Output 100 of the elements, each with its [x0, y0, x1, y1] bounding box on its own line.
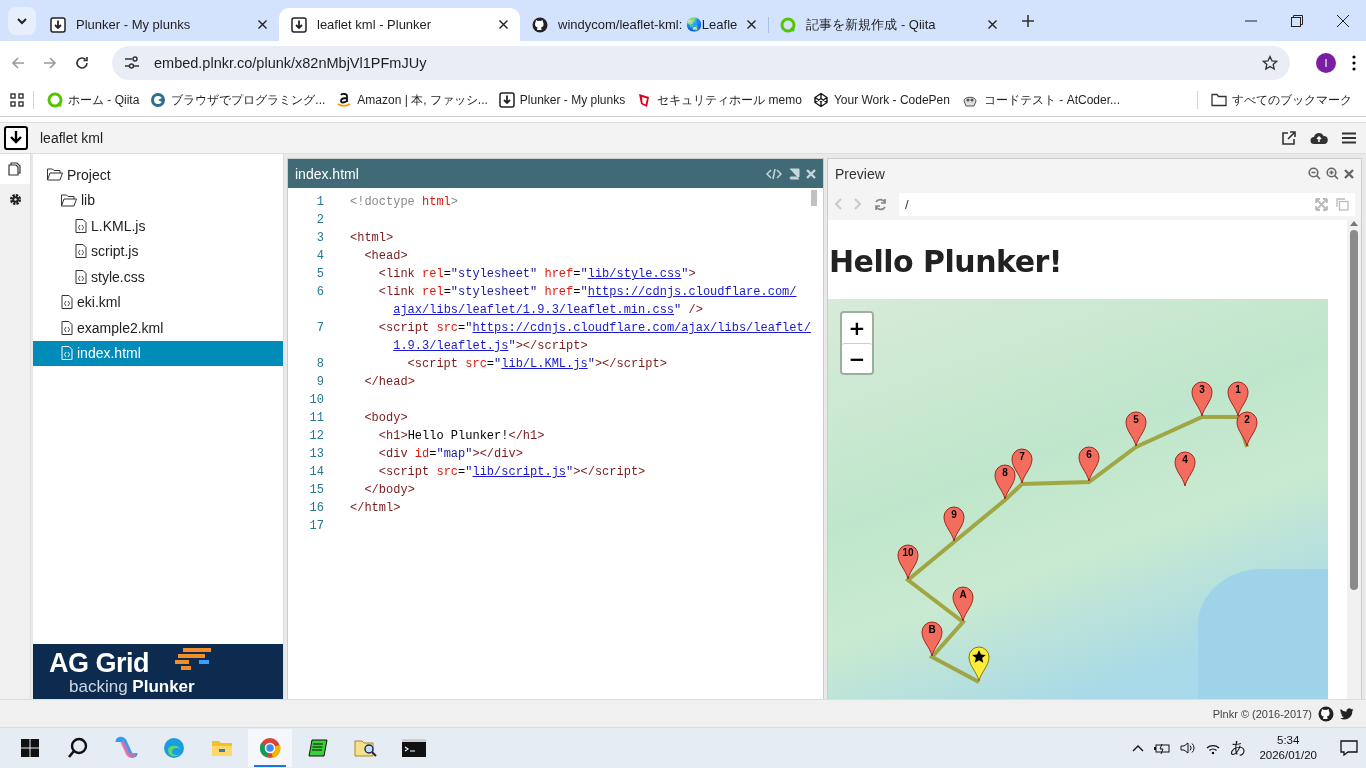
bookmark-item[interactable]: コードテスト - AtCoder... — [956, 88, 1124, 112]
chevron-down-icon — [16, 17, 28, 25]
bookmark-item[interactable]: Your Work - CodePen — [808, 89, 954, 111]
clock[interactable]: 5:34 2026/01/20 — [1259, 733, 1317, 764]
file-item[interactable]: index.html — [33, 340, 283, 366]
close-icon — [1337, 14, 1349, 27]
close-icon[interactable] — [747, 20, 757, 29]
folder-icon — [1211, 93, 1227, 107]
map-marker[interactable]: 4 — [1174, 451, 1196, 487]
scrollbar-thumb[interactable] — [811, 190, 817, 206]
map-marker[interactable]: B — [921, 621, 943, 657]
zoom-in-icon[interactable] — [1326, 167, 1339, 180]
code-line[interactable]: 1.9.3/leaflet.js"></script> — [350, 337, 823, 355]
sponsor-banner[interactable]: AG Grid backing Plunker — [33, 644, 283, 700]
book-icon[interactable] — [788, 167, 800, 180]
settings-icon[interactable] — [8, 192, 22, 206]
bookmark-item[interactable]: Plunker - My plunks — [494, 89, 630, 111]
code-line[interactable]: <div id="map"></div> — [350, 445, 823, 463]
reload-icon — [74, 54, 90, 71]
line-number: 6 — [315, 284, 324, 301]
browser-icon[interactable] — [248, 729, 292, 768]
map-marker[interactable]: 8 — [994, 464, 1016, 500]
code-line[interactable]: ajax/libs/leaflet/1.9.3/leaflet.min.css" /> — [350, 301, 823, 319]
code-line[interactable]: </body> — [350, 481, 823, 499]
github-icon — [1318, 705, 1334, 722]
menu-icon[interactable] — [1352, 54, 1356, 71]
map-marker[interactable]: 10 — [897, 544, 919, 580]
back-button[interactable] — [10, 54, 26, 71]
project-title: leaflet kml — [40, 130, 105, 146]
bird-icon[interactable] — [1340, 707, 1354, 720]
address-bar[interactable]: embed.plnkr.co/plunk/x82nMbjVl1PFmJUy — [112, 45, 1290, 80]
map-marker[interactable]: 5 — [1125, 411, 1147, 447]
profile-avatar[interactable]: I — [1316, 52, 1336, 73]
code-line[interactable]: <script src="lib/script.js"></script> — [350, 463, 823, 481]
notification-icon[interactable] — [1340, 740, 1358, 757]
refresh-icon[interactable] — [874, 197, 887, 211]
chevron-up-icon[interactable] — [1132, 744, 1145, 753]
bookmark-star-icon[interactable] — [1262, 54, 1278, 71]
download-icon — [50, 16, 66, 33]
code-line[interactable]: <script src="https://cdnjs.cloudflare.com/ajax/libs/leaflet/ — [350, 319, 823, 337]
folder-item[interactable]: lib — [33, 187, 283, 213]
open-folder-icon — [47, 168, 63, 182]
files-icon[interactable] — [8, 162, 22, 176]
code-line[interactable]: <head> — [350, 247, 823, 265]
input-method-indicator[interactable]: あ — [1230, 737, 1247, 759]
preview-title: Preview — [835, 165, 886, 182]
bookmark-item[interactable]: Amazon | 本, ファッシ... — [332, 88, 492, 112]
code-line[interactable]: <body> — [350, 409, 823, 427]
ring-icon — [47, 92, 63, 108]
file-code-icon — [61, 295, 73, 310]
file-item[interactable]: example2.kml — [33, 315, 283, 341]
map-marker[interactable]: 3 — [1191, 381, 1213, 417]
map-marker[interactable]: 9 — [943, 506, 965, 542]
bookmark-item[interactable]: セキュリティホール memo — [632, 88, 806, 112]
browser-tab[interactable]: windycom/leaflet-kml: 🌏Leafle — [520, 8, 769, 41]
browser-tab[interactable]: 記事を新規作成 - Qiita — [768, 8, 1010, 41]
map-marker[interactable]: 6 — [1078, 446, 1100, 482]
file-item[interactable]: eki.kml — [33, 289, 283, 315]
close-icon[interactable] — [988, 20, 998, 29]
battery-icon[interactable] — [1153, 742, 1172, 755]
code-line[interactable]: </html> — [350, 499, 823, 517]
folder-item[interactable]: Project — [33, 162, 283, 188]
map-marker[interactable]: A — [952, 586, 974, 622]
code-line[interactable]: <link rel="stylesheet" href="lib/style.css"> — [350, 265, 823, 283]
bookmark-item[interactable]: ブラウザでプログラミング... — [146, 88, 330, 112]
code-line[interactable]: <script src="lib/L.KML.js"></script> — [350, 355, 823, 373]
zoom-out-icon[interactable] — [1308, 167, 1321, 180]
close-icon[interactable] — [258, 20, 267, 29]
bookmark-item[interactable]: ホーム - Qiita — [43, 88, 144, 112]
code-line[interactable]: <link rel="stylesheet" href="https://cdnjs.cloudflare.com/ — [350, 283, 823, 301]
forward-button[interactable] — [42, 54, 58, 71]
external-link-icon[interactable] — [1282, 131, 1296, 145]
star-marker[interactable] — [968, 646, 990, 682]
code-icon[interactable] — [766, 167, 782, 180]
map-marker[interactable]: 2 — [1236, 411, 1258, 447]
zoom-out-button[interactable]: − — [842, 343, 872, 373]
download-icon — [291, 16, 307, 33]
all-bookmarks-folder[interactable]: すべてのブックマーク — [1207, 88, 1356, 112]
close-icon[interactable] — [499, 20, 508, 29]
code-line[interactable]: <!doctype html> — [350, 193, 823, 211]
plus-icon — [1021, 14, 1036, 28]
file-item[interactable]: L.KML.js — [33, 213, 283, 239]
file-code-icon — [61, 346, 73, 361]
cloud-upload-icon[interactable] — [1310, 131, 1328, 145]
browser-tab[interactable]: leaflet kml - Plunker — [279, 8, 520, 41]
map-marker[interactable]: 7 — [1011, 448, 1033, 484]
code-line[interactable]: <html> — [350, 229, 823, 247]
restore-icon — [1291, 14, 1303, 27]
menu-icon[interactable] — [1342, 132, 1356, 144]
browser-tab[interactable]: Plunker - My plunks — [38, 8, 279, 41]
file-item[interactable]: script.js — [33, 238, 283, 264]
plunker-logo-icon[interactable] — [4, 126, 28, 150]
apps-grid-icon[interactable] — [10, 93, 24, 107]
speaker-icon[interactable] — [1180, 741, 1197, 756]
line-number: 8 — [315, 356, 324, 373]
code-line[interactable]: </head> — [350, 373, 823, 391]
reload-button[interactable] — [74, 54, 90, 71]
file-item[interactable]: style.css — [33, 264, 283, 290]
tab-search-button[interactable] — [8, 7, 36, 35]
code-line[interactable]: <h1>Hello Plunker!</h1> — [350, 427, 823, 445]
